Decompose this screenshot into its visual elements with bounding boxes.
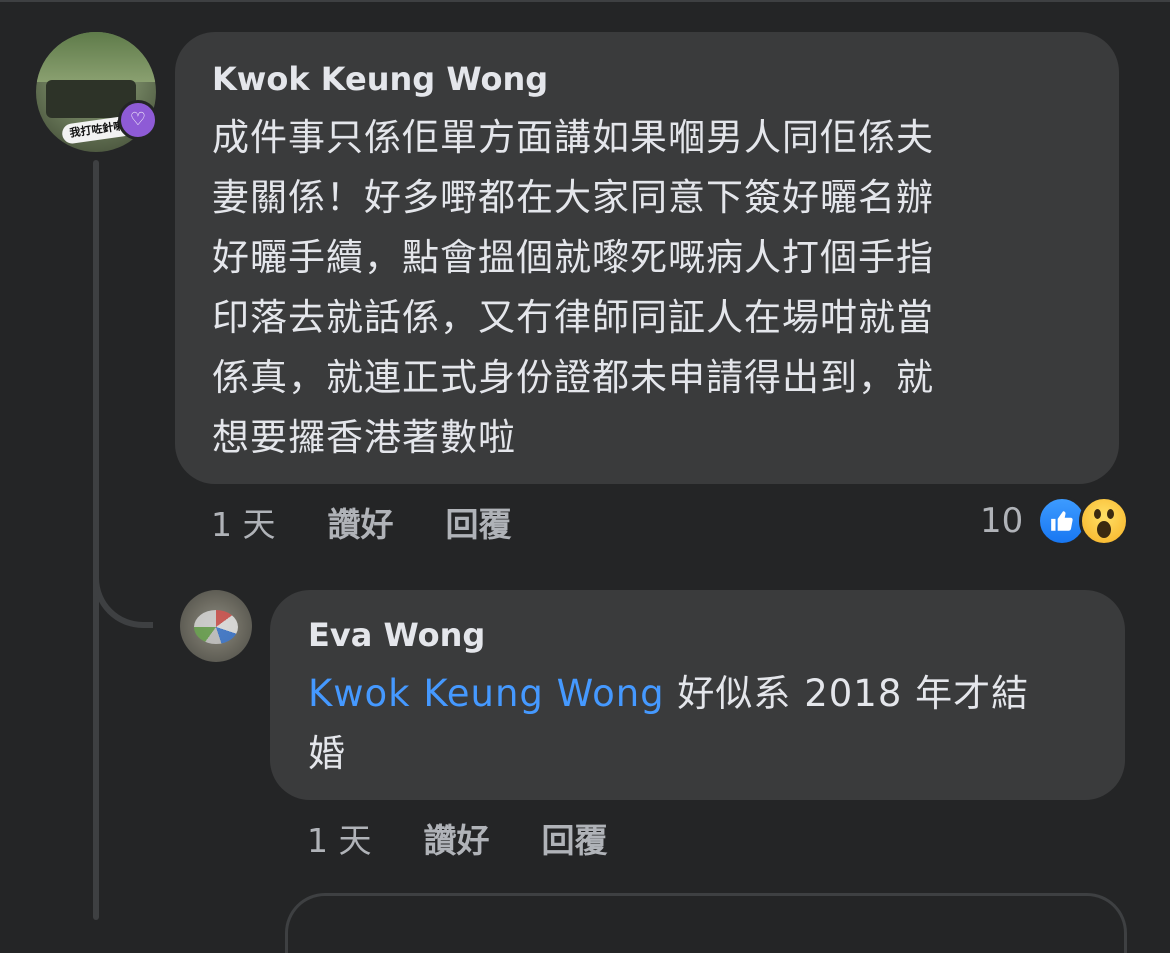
thread-line — [93, 160, 99, 920]
comment-line: 成件事只係佢單方面講如果嗰男人同佢係夫 — [212, 116, 934, 159]
avatar-eva-wong[interactable] — [180, 590, 252, 662]
reply-actions: 1 天 讚好 回覆 — [307, 813, 660, 863]
comment-timestamp[interactable]: 1 天 — [211, 498, 276, 546]
comment-bubble: Kwok Keung Wong 成件事只係佢單方面講如果嗰男人同佢係夫 妻關係！… — [175, 32, 1119, 484]
wow-icon — [1079, 496, 1130, 546]
like-button[interactable]: 讚好 — [328, 498, 394, 546]
comment-author[interactable]: Kwok Keung Wong — [212, 56, 1083, 102]
top-divider — [0, 0, 1170, 2]
reply-line: 婚 — [308, 732, 346, 775]
comment-line: 妻關係！好多嘢都在大家同意下簽好曬名辦 — [212, 176, 934, 219]
reply-text-part: 好似系 2018 年才結 — [664, 672, 1030, 715]
reply-button[interactable]: 回覆 — [542, 814, 608, 862]
reply-author[interactable]: Eva Wong — [308, 612, 1089, 658]
reply-line: Kwok Keung Wong 好似系 2018 年才結 — [308, 664, 1089, 724]
reaction-count: 10 — [980, 501, 1024, 541]
reaction-summary[interactable]: 10 — [980, 495, 1130, 547]
comment-text: 成件事只係佢單方面講如果嗰男人同佢係夫 妻關係！好多嘢都在大家同意下簽好曬名辦 … — [212, 108, 1083, 468]
comment-line: 想要攞香港著數啦 — [212, 416, 516, 459]
next-comment-bubble — [285, 893, 1127, 953]
like-button[interactable]: 讚好 — [424, 814, 490, 862]
reply-connector — [93, 560, 153, 628]
reply-bubble: Eva Wong Kwok Keung Wong 好似系 2018 年才結 婚 — [270, 590, 1125, 800]
avatar-background — [36, 32, 156, 82]
reply-timestamp[interactable]: 1 天 — [307, 814, 372, 862]
reply-button[interactable]: 回覆 — [446, 498, 512, 546]
comment-actions: 1 天 讚好 回覆 — [211, 497, 564, 547]
comment-line: 印落去就話係，又冇律師同証人在場咁就當 — [212, 296, 934, 339]
reply-text: Kwok Keung Wong 好似系 2018 年才結 婚 — [308, 664, 1089, 784]
comment-line: 好曬手續，點會搵個就嚟死嘅病人打個手指 — [212, 236, 934, 279]
heart-badge-icon: ♡ — [118, 100, 158, 140]
avatar-photo — [194, 610, 238, 644]
comment-line: 係真，就連正式身份證都未申請得出到，就 — [212, 356, 934, 399]
mention-link[interactable]: Kwok Keung Wong — [308, 672, 665, 715]
